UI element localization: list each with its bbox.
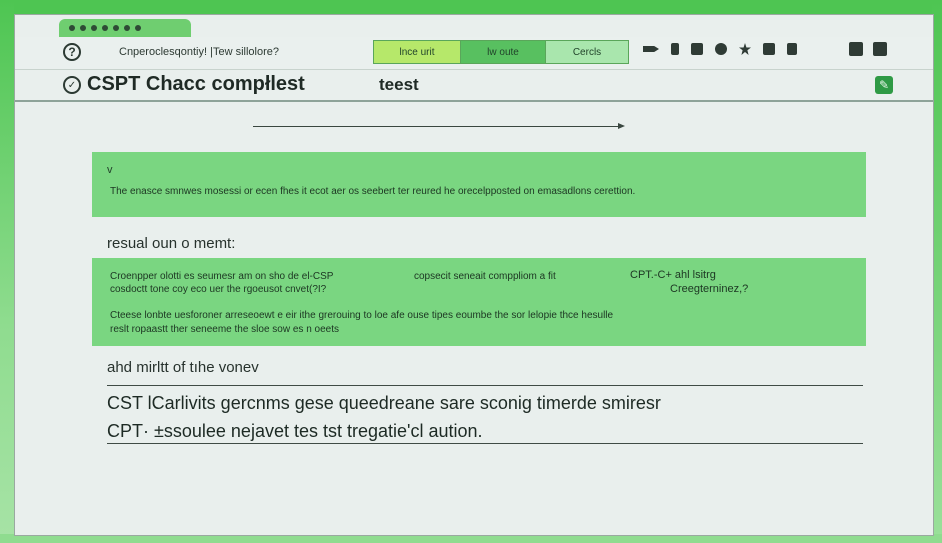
star-icon[interactable] [739, 43, 751, 55]
section-label: resual oun o memt: [107, 235, 236, 252]
window-control-dot[interactable] [91, 25, 97, 31]
details-tag-2: Creegterninez,? [670, 283, 749, 295]
window-frame-top [0, 0, 942, 14]
details-line-2: cosdoctt tone coy eco uer the rgoeusot c… [110, 284, 327, 295]
lock-icon[interactable] [787, 43, 797, 55]
help-icon[interactable]: ? [63, 43, 81, 61]
page-title-suffix: teest [379, 75, 419, 94]
content-line-2: CPT· ±ssoulee nejavet tes tst tregatie'c… [107, 421, 483, 441]
content-line-1: CST lCarlivits gercnms gese queedreane s… [107, 393, 661, 413]
window-control-dot[interactable] [113, 25, 119, 31]
info-panel-text: The enasce smnwes mosessi or ecen fhes i… [110, 186, 636, 197]
window-control-dot[interactable] [102, 25, 108, 31]
details-tag: CPT.-C+ ahl lsitrg [630, 269, 716, 281]
grid-icon[interactable] [763, 43, 775, 55]
window-control-dot[interactable] [135, 25, 141, 31]
circle-icon[interactable] [715, 43, 727, 55]
toolbar: ? Cnperoclesqontiy! |Tew sillolore? lnce… [15, 37, 933, 70]
square-icon[interactable] [691, 43, 703, 55]
details-line-4: reslt ropaastt ther seneeme the sloe sow… [110, 324, 340, 335]
arrow-icon[interactable] [643, 46, 659, 52]
restore-icon[interactable] [849, 42, 863, 56]
divider [107, 443, 863, 444]
window-control-dot[interactable] [80, 25, 86, 31]
panel-icon[interactable] [873, 42, 887, 56]
segment-2[interactable]: lw oute [461, 41, 546, 63]
pin-icon[interactable] [671, 43, 679, 55]
chevron-down-icon[interactable]: v [107, 164, 113, 176]
info-panel: v The enasce smnwes mosessi or ecen fhes… [92, 152, 866, 217]
window-control-dot[interactable] [124, 25, 130, 31]
details-line-1: Croenpper olotti es seumesr am on sho de… [110, 271, 334, 282]
page-header: ✓ CSPT Chacc compłlest teest ✎ [15, 70, 933, 102]
sub-heading: ahd mirltt of tıhe vonev [107, 359, 259, 376]
segment-1[interactable]: lnce urit [374, 41, 461, 63]
details-line-1-mid: copsecit seneait comppliom a fit [414, 271, 556, 282]
toolbar-prompt: Cnperoclesqontiy! |Tew sillolore? [119, 46, 279, 58]
app-icon: ✓ [63, 76, 81, 94]
details-line-3: Cteese lonbte uesforoner arreseoewt e ei… [110, 310, 614, 321]
edit-icon[interactable]: ✎ [875, 76, 893, 94]
segment-3[interactable]: Cercls [546, 41, 628, 63]
tool-icons [643, 43, 797, 55]
window-frame-left [0, 0, 14, 543]
details-panel: Croenpper olotti es seumesr am on sho de… [92, 258, 866, 346]
window-control-dot[interactable] [69, 25, 75, 31]
page-title: CSPT Chacc compłlest [87, 73, 305, 95]
app-window: ? Cnperoclesqontiy! |Tew sillolore? lnce… [14, 14, 934, 536]
segmented-control: lnce urit lw oute Cercls [373, 40, 629, 64]
window-controls [59, 19, 191, 37]
divider [107, 385, 863, 386]
window-icons [849, 42, 887, 56]
arrow-divider [253, 123, 625, 129]
